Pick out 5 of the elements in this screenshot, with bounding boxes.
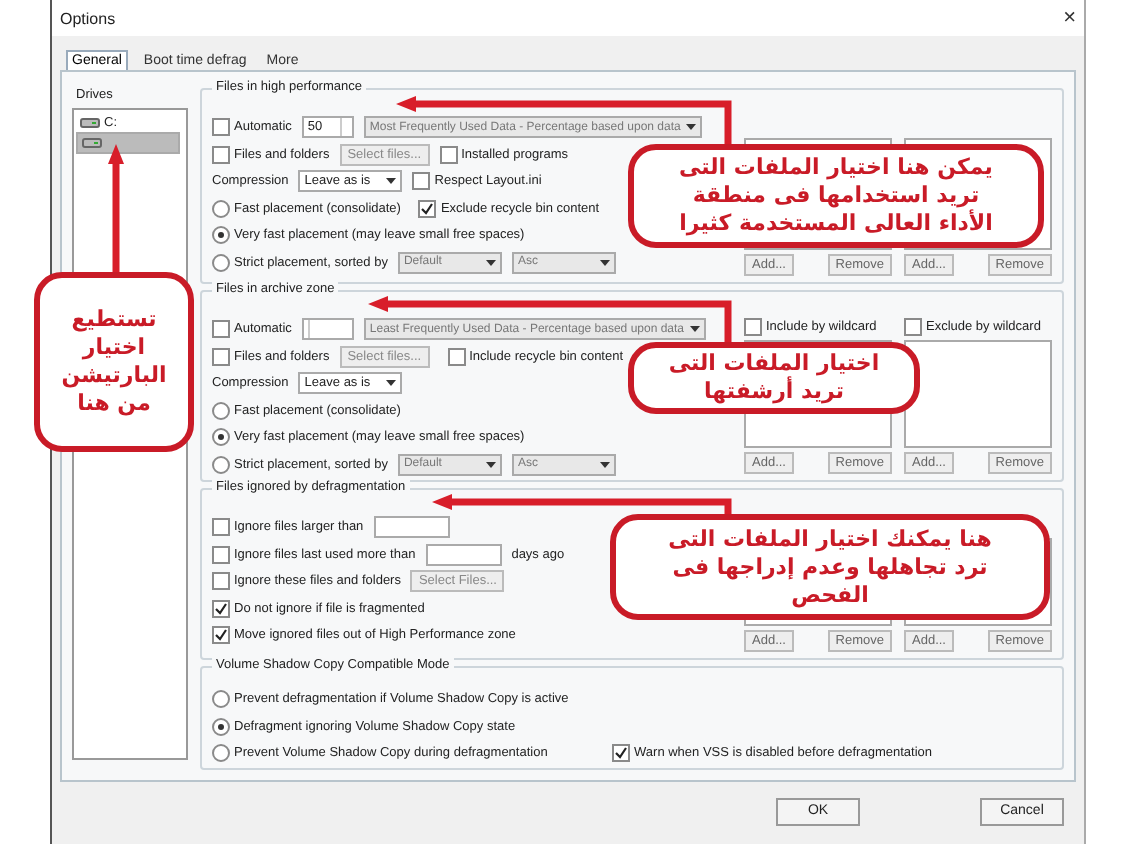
window-title: Options [60,9,116,27]
annotation-callout-tooltip: اختيار الملفات التى تريد أرشفتها [628,342,920,414]
annotation-callout-tooltip: هنا يمكنك اختيار الملفات التى ترد تجاهلها وعدم إدراجها فى الفحص [610,514,1050,620]
annotation-callout-tooltip: تستطيع اختيار البارتيشن من هنا [34,272,194,452]
annotation-callout-tooltip: يمكن هنا اختيار الملفات التى تريد استخدامها فى منطقة الأداء العالى المستخدمة كثيرا [628,144,1044,248]
